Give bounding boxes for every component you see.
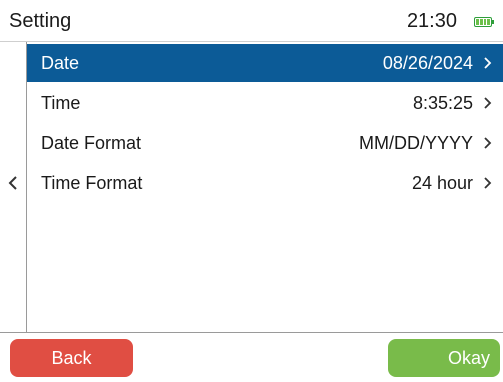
settings-row-label: Time Format [41, 172, 143, 193]
settings-row-value: 24 hour [411, 172, 473, 193]
chevron-right-icon [484, 137, 492, 149]
back-button[interactable]: Back [10, 339, 133, 377]
chevron-right-icon [484, 57, 492, 69]
settings-row-label: Time [41, 92, 81, 113]
chevron-right-icon [484, 177, 492, 189]
page-title: Setting [9, 10, 72, 32]
okay-button[interactable]: Okay [388, 339, 500, 377]
settings-row-time-format[interactable]: Time Format 24 hour [27, 164, 503, 202]
clock: 21:30 [406, 10, 457, 32]
settings-row-label: Date Format [41, 132, 142, 153]
status-bar: Setting 21:30 [0, 0, 503, 42]
battery-icon [474, 17, 494, 27]
chevron-right-icon [484, 97, 492, 109]
footer-divider [0, 332, 503, 333]
settings-row-date[interactable]: Date 08/26/2024 [27, 44, 503, 82]
settings-row-value: 8:35:25 [412, 92, 473, 113]
settings-row-time[interactable]: Time 8:35:25 [27, 84, 503, 122]
settings-row-value: MM/DD/YYYY [358, 132, 473, 153]
settings-row-date-format[interactable]: Date Format MM/DD/YYYY [27, 124, 503, 162]
settings-row-value: 08/26/2024 [382, 52, 473, 73]
settings-row-label: Date [41, 52, 80, 73]
settings-list: Date 08/26/2024 Time 8:35:25 Date Format… [27, 44, 503, 202]
chevron-left-icon[interactable] [6, 173, 20, 193]
side-navigation-strip [0, 42, 27, 332]
